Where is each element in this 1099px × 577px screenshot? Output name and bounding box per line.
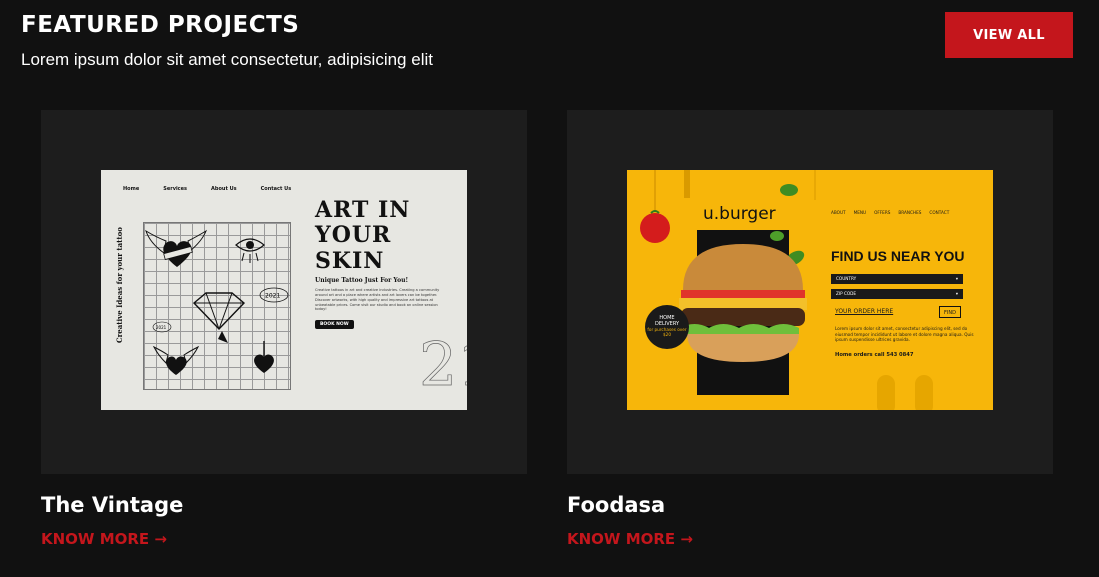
home-delivery-sub: for purchases over $20: [647, 327, 687, 338]
project-card-vintage: Home Services About Us Contact Us Creati…: [41, 110, 527, 548]
burger-paragraph: Lorem ipsum dolor sit amet, consectetur …: [835, 326, 974, 343]
vintage-paragraph: Creative tattoos in art and creative ind…: [315, 288, 440, 312]
project-thumbnail-foodasa[interactable]: u.burger ABOUT MENU OFFERS BRANCHES CONT…: [627, 170, 993, 410]
know-more-link[interactable]: KNOW MORE →: [567, 530, 693, 548]
vintage-side-text: Creative Ideas for your tattoo: [115, 227, 124, 343]
burger-nav-item: CONTACT: [929, 210, 950, 215]
year-badge-small-text: 2021: [156, 325, 167, 330]
vintage-nav: Home Services About Us Contact Us: [123, 186, 291, 192]
winged-heart-small-icon: [152, 345, 200, 375]
home-delivery-title: HOME DELIVERY: [654, 315, 680, 327]
vintage-nav-item: Contact Us: [260, 186, 292, 192]
vintage-grid: 2021 2021: [143, 222, 291, 390]
view-all-button[interactable]: VIEW ALL: [945, 12, 1073, 58]
vintage-book-button: BOOK NOW: [315, 320, 354, 329]
burger-preview: u.burger ABOUT MENU OFFERS BRANCHES CONT…: [627, 170, 993, 410]
eye-icon: [235, 238, 265, 263]
burger-icon: [679, 244, 807, 362]
project-title: Foodasa: [567, 493, 666, 517]
burger-nav-item: MENU: [853, 210, 867, 215]
burger-country-label: COUNTRY: [836, 276, 857, 281]
project-thumbnail-vintage[interactable]: Home Services About Us Contact Us Creati…: [101, 170, 467, 410]
project-card-foodasa: u.burger ABOUT MENU OFFERS BRANCHES CONT…: [567, 110, 1053, 548]
heart-dagger-icon: [254, 341, 274, 373]
year-badge-text: 2021: [265, 293, 280, 300]
vintage-big-number: 21: [419, 330, 467, 401]
vintage-nav-item: Services: [163, 186, 187, 192]
project-thumbnail-frame[interactable]: u.burger ABOUT MENU OFFERS BRANCHES CONT…: [567, 110, 1053, 474]
burger-nav-item: OFFERS: [874, 210, 891, 215]
burger-call-text: Home orders call 543 0847: [835, 352, 914, 358]
project-thumbnail-frame[interactable]: Home Services About Us Contact Us Creati…: [41, 110, 527, 474]
winged-heart-icon: [145, 229, 208, 267]
vintage-tagline: Unique Tattoo Just For You!: [315, 277, 409, 284]
burger-order-link: YOUR ORDER HERE: [835, 308, 894, 315]
burger-zip-label: ZIP CODE: [836, 291, 857, 296]
home-delivery-badge: HOME DELIVERY for purchases over $20: [645, 305, 689, 349]
year-badge-small: 2021: [152, 321, 172, 333]
burger-headline: FIND US NEAR YOU: [831, 248, 965, 264]
diamond-icon: [192, 292, 246, 343]
burger-nav: ABOUT MENU OFFERS BRANCHES CONTACT: [831, 210, 949, 215]
vintage-headline: ART IN YOUR SKIN: [315, 197, 411, 274]
burger-nav-item: ABOUT: [831, 210, 846, 215]
burger-zip-select: ZIP CODE ▾: [831, 289, 963, 299]
burger-find-button: FIND: [939, 306, 961, 318]
tattoo-illustrations: 2021 2021: [145, 229, 289, 375]
project-title: The Vintage: [41, 493, 184, 517]
year-badge: 2021: [259, 287, 289, 303]
chevron-down-icon: ▾: [955, 291, 958, 296]
page-title: FEATURED PROJECTS: [21, 12, 300, 38]
burger-logo: u.burger: [703, 204, 776, 224]
burger-country-select: COUNTRY ▾: [831, 274, 963, 284]
vintage-nav-item: Home: [123, 186, 140, 192]
burger-nav-item: BRANCHES: [898, 210, 922, 215]
vintage-preview: Home Services About Us Contact Us Creati…: [101, 170, 467, 410]
page-subtitle: Lorem ipsum dolor sit amet consectetur, …: [21, 50, 433, 69]
tomato-icon: [640, 210, 670, 243]
chevron-down-icon: ▾: [955, 276, 958, 281]
vintage-nav-item: About Us: [211, 186, 237, 192]
know-more-link[interactable]: KNOW MORE →: [41, 530, 167, 548]
